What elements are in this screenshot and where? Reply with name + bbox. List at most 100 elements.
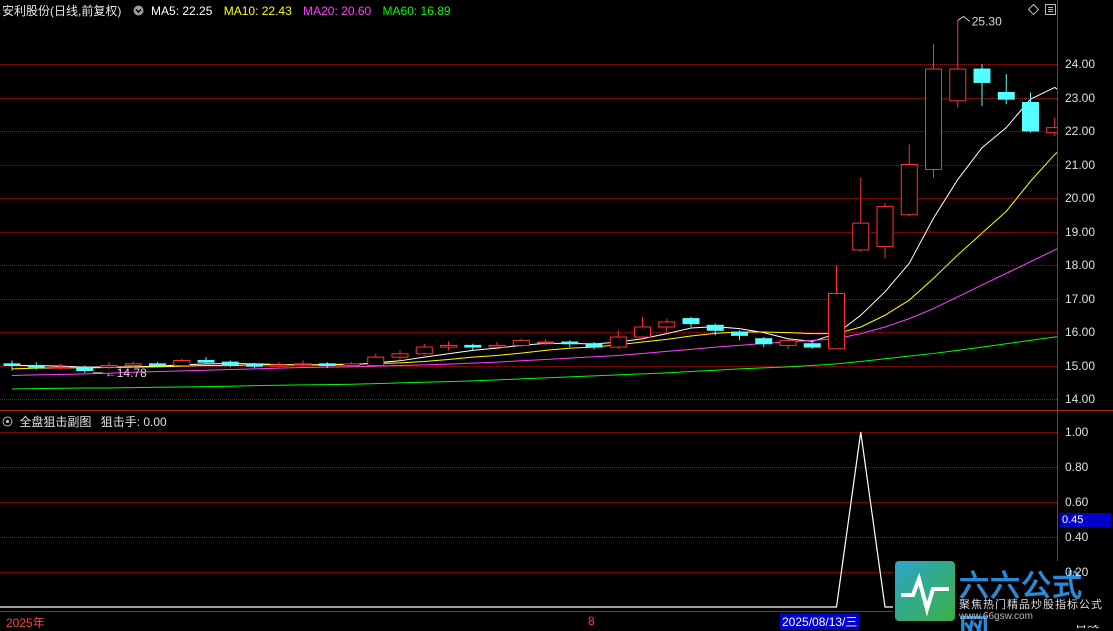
candle bbox=[294, 360, 312, 367]
candle-body bbox=[3, 363, 21, 367]
candle bbox=[731, 330, 748, 341]
candle-body bbox=[294, 363, 312, 366]
settings-icon[interactable] bbox=[1045, 4, 1056, 15]
candle-body bbox=[270, 364, 288, 367]
candle-body bbox=[682, 318, 700, 325]
crosshair-value-badge: 0.45 bbox=[1060, 513, 1111, 527]
candle bbox=[1046, 117, 1064, 137]
candlestick-chart[interactable]: 25.30 ←14.78 bbox=[0, 0, 1113, 411]
candle bbox=[391, 350, 409, 361]
price-tick-label: 20.00 bbox=[1065, 191, 1096, 205]
candle bbox=[803, 342, 821, 349]
price-tick-label: 18.00 bbox=[1065, 258, 1096, 272]
candle-body bbox=[803, 343, 821, 348]
candle bbox=[997, 74, 1015, 105]
candle-body bbox=[731, 331, 748, 336]
high-price-label: 25.30 bbox=[972, 14, 1002, 28]
candle-body bbox=[415, 346, 433, 355]
candle bbox=[512, 338, 530, 348]
candle bbox=[828, 265, 845, 350]
indicator-tick-label: 0.60 bbox=[1065, 495, 1089, 509]
candle-body bbox=[318, 363, 336, 367]
price-tick-label: 19.00 bbox=[1065, 224, 1096, 239]
price-tick-label: 14.00 bbox=[1065, 392, 1096, 406]
candle bbox=[634, 316, 651, 341]
candle bbox=[173, 358, 191, 368]
candle bbox=[246, 362, 263, 369]
candle-body bbox=[949, 68, 967, 102]
candle-body bbox=[537, 341, 554, 344]
candle bbox=[973, 64, 991, 106]
candle-body bbox=[440, 344, 457, 348]
candle-body bbox=[706, 324, 724, 331]
candle-body bbox=[1046, 127, 1064, 134]
site-logo-icon bbox=[895, 561, 955, 621]
candle-body bbox=[367, 356, 385, 366]
candle bbox=[876, 203, 894, 259]
diamond-icon[interactable] bbox=[1028, 4, 1039, 15]
candle bbox=[779, 338, 797, 349]
candle bbox=[561, 340, 579, 348]
candle-body bbox=[925, 68, 942, 171]
price-tick-label: 16.00 bbox=[1065, 325, 1096, 339]
ma-line-ma5 bbox=[12, 86, 1113, 368]
candle-body bbox=[488, 344, 506, 348]
ma5-label: MA5: 22.25 bbox=[151, 4, 213, 18]
candle-body bbox=[779, 339, 797, 346]
candle bbox=[949, 20, 967, 108]
candle bbox=[900, 144, 918, 217]
price-tick-label: 23.00 bbox=[1065, 90, 1096, 105]
candle-body bbox=[997, 91, 1015, 100]
low-price-label: ←14.78 bbox=[105, 366, 147, 380]
indicator-header: 全盘狙击副图 狙击手: 0.00 bbox=[2, 413, 173, 430]
candle bbox=[197, 357, 215, 364]
candle-body bbox=[464, 344, 482, 348]
ma-line-ma20 bbox=[11, 221, 1113, 377]
candle bbox=[755, 337, 773, 348]
candle-body bbox=[973, 68, 991, 83]
price-tick-label: 17.00 bbox=[1065, 291, 1096, 306]
stock-title[interactable]: 安利股份(日线,前复权) bbox=[2, 4, 121, 18]
candle bbox=[415, 343, 433, 356]
chart-header: 安利股份(日线,前复权) MA5: 22.25 MA10: 22.43 MA20… bbox=[2, 2, 459, 19]
candle bbox=[270, 362, 288, 368]
indicator-name[interactable]: 全盘狙击副图 bbox=[19, 415, 91, 429]
indicator-value: 狙击手: 0.00 bbox=[100, 415, 167, 429]
price-tick-label: 22.00 bbox=[1065, 124, 1096, 138]
ma60-label: MA60: 16.89 bbox=[382, 4, 451, 18]
candle bbox=[537, 339, 554, 346]
candle bbox=[925, 43, 942, 178]
indicator-tick-label: 0.20 bbox=[1065, 565, 1089, 579]
candle bbox=[221, 360, 239, 368]
price-tick-label: 24.00 bbox=[1065, 57, 1096, 71]
ma-line-ma60 bbox=[11, 326, 1113, 390]
candle-body bbox=[876, 205, 894, 248]
candle-body bbox=[634, 326, 651, 338]
high-marker bbox=[957, 15, 971, 22]
candle-body bbox=[852, 222, 870, 251]
ma10-label: MA10: 22.43 bbox=[223, 4, 292, 18]
indicator-tick-label: 0.80 bbox=[1065, 460, 1089, 474]
candle bbox=[852, 177, 870, 252]
candle-body bbox=[828, 292, 845, 350]
month-label: 8 bbox=[588, 614, 595, 628]
year-label: 2025年 bbox=[6, 616, 45, 630]
candle-body bbox=[585, 343, 603, 348]
ma20-label: MA20: 20.60 bbox=[303, 4, 372, 18]
candle bbox=[440, 341, 457, 351]
candle-body bbox=[221, 361, 239, 366]
ma-line-ma10 bbox=[11, 114, 1113, 370]
candle-body bbox=[755, 338, 773, 345]
candle-body bbox=[27, 365, 45, 368]
gear-icon[interactable] bbox=[2, 416, 13, 427]
candle-body bbox=[900, 164, 918, 216]
candle-body bbox=[658, 321, 676, 328]
candle bbox=[1022, 92, 1039, 133]
candle-body bbox=[561, 341, 579, 345]
chevron-down-icon[interactable] bbox=[133, 5, 144, 16]
candle bbox=[609, 330, 627, 349]
candlestick-chart-panel[interactable]: 25.30 ←14.78 bbox=[0, 0, 1113, 411]
candle-body bbox=[76, 366, 94, 372]
candle-body bbox=[512, 339, 530, 346]
cursor-date-label: 2025/08/13/三 bbox=[780, 613, 860, 630]
